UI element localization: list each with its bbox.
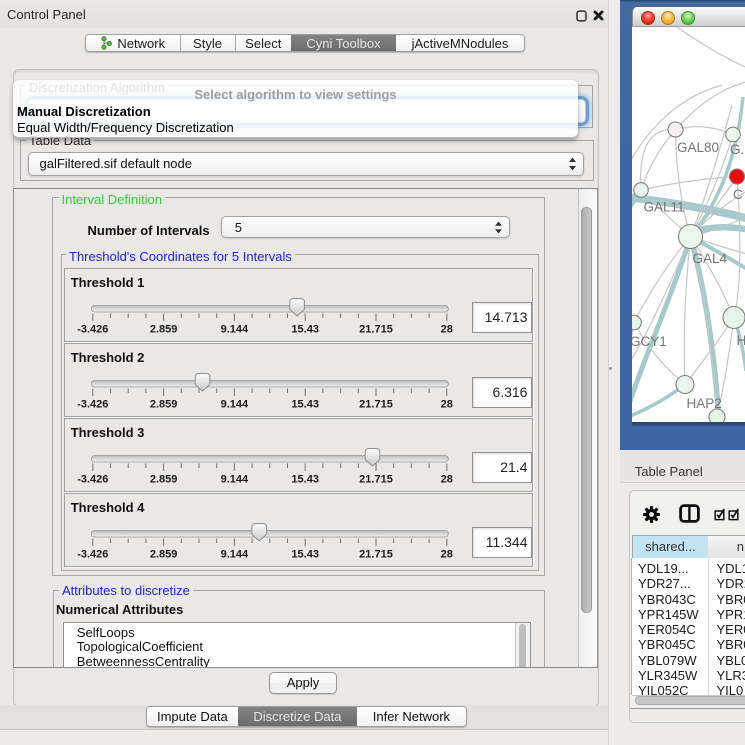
svg-text:2.859: 2.859: [150, 474, 178, 486]
svg-text:9.144: 9.144: [220, 399, 248, 411]
svg-text:21.715: 21.715: [359, 474, 393, 486]
svg-text:15.43: 15.43: [291, 324, 319, 336]
svg-text:28: 28: [440, 549, 452, 561]
svg-text:15.43: 15.43: [291, 474, 319, 486]
svg-text:-3.426: -3.426: [77, 474, 108, 486]
svg-text:-3.426: -3.426: [77, 324, 108, 336]
svg-text:9.144: 9.144: [220, 324, 248, 336]
svg-text:9.144: 9.144: [220, 474, 248, 486]
svg-text:-3.426: -3.426: [77, 399, 108, 411]
svg-text:2.859: 2.859: [150, 324, 178, 336]
svg-text:-3.426: -3.426: [77, 549, 108, 561]
svg-text:2.859: 2.859: [150, 399, 178, 411]
svg-text:28: 28: [440, 324, 452, 336]
svg-text:G.: G.: [730, 142, 744, 157]
svg-text:28: 28: [440, 474, 452, 486]
svg-text:GAL11: GAL11: [643, 200, 684, 215]
svg-text:H: H: [736, 333, 745, 348]
svg-text:C: C: [733, 187, 743, 202]
svg-text:15.43: 15.43: [291, 399, 319, 411]
svg-text:15.43: 15.43: [291, 549, 319, 561]
svg-text:28: 28: [440, 399, 452, 411]
svg-text:21.715: 21.715: [359, 399, 393, 411]
svg-text:HAP2: HAP2: [686, 396, 721, 411]
svg-text:GAL4: GAL4: [692, 251, 727, 266]
svg-text:21.715: 21.715: [359, 324, 393, 336]
svg-text:21.715: 21.715: [359, 549, 393, 561]
svg-text:GCY1: GCY1: [632, 334, 667, 349]
svg-text:GAL80: GAL80: [677, 140, 719, 155]
svg-text:9.144: 9.144: [220, 549, 248, 561]
svg-text:2.859: 2.859: [150, 549, 178, 561]
